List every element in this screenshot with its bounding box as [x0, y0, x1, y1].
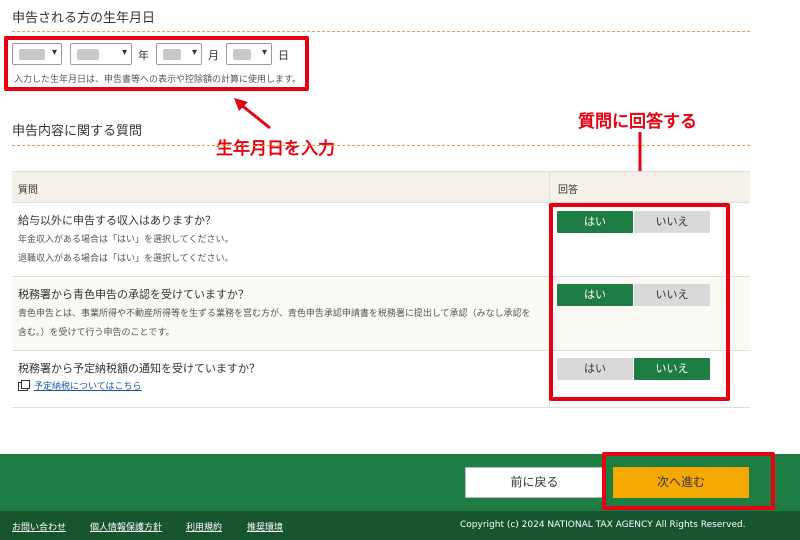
question-help-text: 含む。）を受けて行う申告のことです。 — [18, 328, 175, 338]
external-window-icon — [18, 380, 30, 391]
table-header: 質問 回答 — [12, 171, 750, 203]
answers-highlight-box — [549, 203, 730, 401]
footer-link-privacy[interactable]: 個人情報保護方針 — [90, 520, 162, 533]
question-text: 税務署から青色申告の承認を受けていますか？ — [18, 288, 249, 301]
section-divider — [12, 31, 750, 32]
question-help-text: 退職収入がある場合は「はい」を選択してください。 — [18, 254, 234, 264]
birthdate-annotation: 生年月日を入力 — [216, 139, 335, 159]
column-header-question: 質問 — [18, 185, 38, 196]
column-header-answer: 回答 — [558, 185, 578, 196]
answer-annotation: 質問に回答する — [578, 112, 697, 132]
questions-section-title: 申告内容に関する質問 — [12, 124, 143, 139]
next-highlight-box — [602, 452, 775, 510]
footer-link-contact[interactable]: お問い合わせ — [12, 520, 66, 533]
prepayment-info-link[interactable]: 予定納税についてはこちら — [34, 379, 142, 392]
question-help-text: 青色申告とは、事業所得や不動産所得等を生ずる業務を営む方が、青色申告承認申請書を… — [18, 309, 531, 319]
copyright-text: Copyright (c) 2024 NATIONAL TAX AGENCY A… — [460, 520, 746, 530]
question-text: 税務署から予定納税額の通知を受けていますか？ — [18, 362, 260, 375]
question-help-text: 年金収入がある場合は「はい」を選択してください。 — [18, 235, 234, 245]
back-button[interactable]: 前に戻る — [465, 467, 604, 498]
birthdate-section-title: 申告される方の生年月日 — [12, 11, 156, 26]
arrow-icon — [234, 98, 271, 130]
question-text: 給与以外に申告する収入はありますか？ — [18, 214, 216, 227]
birthdate-highlight-box — [4, 36, 309, 91]
footer-link-terms[interactable]: 利用規約 — [186, 520, 222, 533]
footer-link-environment[interactable]: 推奨環境 — [247, 520, 283, 533]
